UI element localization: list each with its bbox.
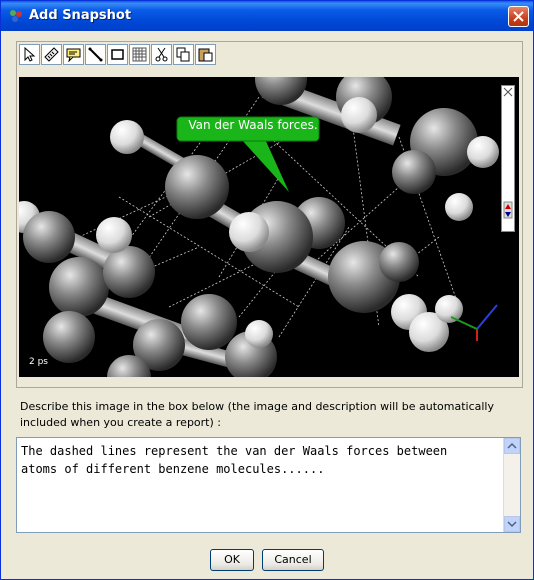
title-bar[interactable]: Add Snapshot xyxy=(1,1,533,31)
measure-ruler-icon xyxy=(44,47,59,62)
copy-button[interactable] xyxy=(173,44,194,65)
description-prompt: Describe this image in the box below (th… xyxy=(20,400,494,429)
zoom-slider[interactable] xyxy=(501,85,515,232)
callout-tool-button[interactable] xyxy=(63,44,84,65)
copy-icon xyxy=(176,47,190,62)
paste-button[interactable] xyxy=(195,44,216,65)
callout-icon xyxy=(66,48,81,62)
close-button[interactable] xyxy=(508,6,529,27)
molecule-viewport[interactable]: Van der Waals forces. 2 ps xyxy=(19,77,519,377)
slider-track xyxy=(503,87,513,219)
dialog-content: Van der Waals forces. 2 ps Describe this… xyxy=(4,31,530,576)
app-icon xyxy=(10,10,22,22)
add-snapshot-dialog: Add Snapshot Van der Waals forces. 2 ps … xyxy=(0,0,534,580)
line-tool-button[interactable] xyxy=(85,44,106,65)
cut-icon xyxy=(155,47,168,62)
rectangle-icon xyxy=(111,49,124,60)
window-title: Add Snapshot xyxy=(29,8,132,23)
back-molecule xyxy=(255,77,499,221)
snapshot-panel: Van der Waals forces. 2 ps xyxy=(16,41,523,388)
ok-button[interactable]: OK xyxy=(210,549,254,571)
description-textarea[interactable]: The dashed lines represent the van der W… xyxy=(16,437,521,533)
time-label: 2 ps xyxy=(29,357,48,367)
scroll-up-button[interactable] xyxy=(504,438,520,454)
rectangle-tool-button[interactable] xyxy=(107,44,128,65)
measure-tool-button[interactable] xyxy=(41,44,62,65)
scroll-down-button[interactable] xyxy=(504,516,520,532)
grid-icon xyxy=(132,47,147,62)
close-icon xyxy=(503,87,513,97)
cut-button[interactable] xyxy=(151,44,172,65)
chevron-down-icon xyxy=(507,521,517,528)
annotation-toolbar xyxy=(19,44,216,66)
textarea-scrollbar[interactable] xyxy=(503,438,520,532)
description-text[interactable]: The dashed lines represent the van der W… xyxy=(21,442,491,478)
select-arrow-icon xyxy=(24,47,36,62)
callout-text: Van der Waals forces. xyxy=(188,118,318,132)
grid-tool-button[interactable] xyxy=(129,44,150,65)
chevron-up-icon xyxy=(507,442,517,449)
select-tool-button[interactable] xyxy=(19,44,40,65)
close-icon xyxy=(513,11,524,22)
cancel-button[interactable]: Cancel xyxy=(262,549,324,571)
line-icon xyxy=(88,47,103,62)
paste-icon xyxy=(198,48,213,62)
